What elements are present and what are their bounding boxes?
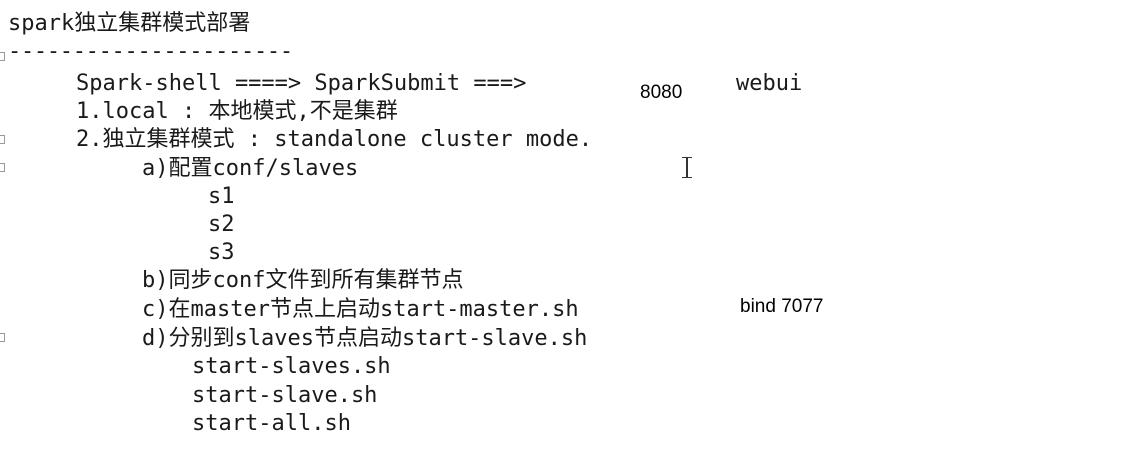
step-d-start-slaves: d)分别到slaves节点启动start-slave.sh — [142, 326, 588, 351]
step-c-start-master: c)在master节点上启动start-master.sh — [142, 297, 579, 322]
line-standalone-mode: 2.独立集群模式 : standalone cluster mode. — [76, 127, 593, 152]
fold-marker-icon — [0, 135, 5, 144]
slave-host-s1: s1 — [208, 184, 235, 209]
line-local-mode: 1.local : 本地模式,不是集群 — [76, 99, 398, 124]
text-cursor-icon — [682, 156, 692, 180]
slave-host-s3: s3 — [208, 240, 235, 265]
script-start-slave: start-slave.sh — [192, 383, 378, 408]
script-start-all: start-all.sh — [192, 411, 351, 436]
annotation-webui: webui — [736, 71, 803, 96]
fold-marker-icon — [0, 333, 5, 342]
annotation-bind-7077: bind 7077 — [740, 296, 824, 317]
step-a-configure-slaves: a)配置conf/slaves — [142, 156, 359, 181]
fold-marker-icon — [0, 163, 5, 172]
line-spark-shell: Spark-shell ====> SparkSubmit ===> — [76, 71, 527, 96]
script-start-slaves: start-slaves.sh — [192, 354, 391, 379]
annotation-port-8080: 8080 — [640, 82, 683, 103]
step-b-sync-conf: b)同步conf文件到所有集群节点 — [142, 268, 464, 293]
doc-title: spark独立集群模式部署 — [8, 11, 251, 36]
fold-marker-icon — [0, 52, 5, 61]
slave-host-s2: s2 — [208, 212, 235, 237]
separator-line: ---------------------- — [8, 39, 293, 64]
